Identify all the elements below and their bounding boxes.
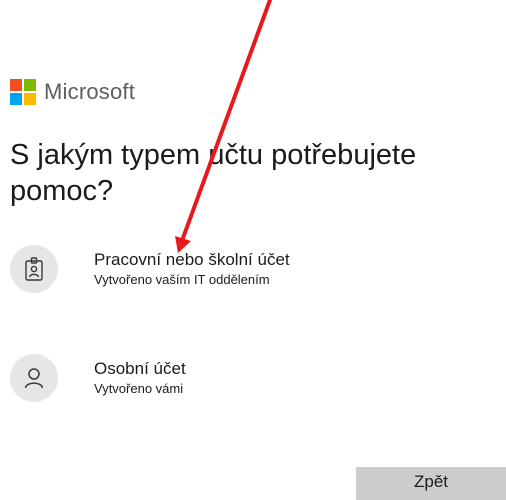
work-or-school-account-option[interactable]: Pracovní nebo školní účet Vytvořeno vaší…: [10, 239, 440, 299]
account-type-page: Microsoft S jakým typem účtu potřebujete…: [0, 0, 506, 500]
personal-account-text: Osobní účet Vytvořeno vámi: [94, 358, 186, 398]
back-button[interactable]: Zpět: [356, 467, 506, 500]
page-title: S jakým typem účtu potřebujete pomoc?: [10, 139, 417, 207]
personal-account-subtitle: Vytvořeno vámi: [94, 381, 184, 396]
brand-name: Microsoft: [44, 79, 136, 104]
work-account-text: Pracovní nebo školní účet Vytvořeno vaší…: [94, 249, 290, 289]
microsoft-logo: Microsoft: [10, 79, 135, 105]
work-account-subtitle: Vytvořeno vaším IT oddělením: [94, 272, 270, 287]
person-icon: [10, 354, 58, 402]
work-account-title: Pracovní nebo školní účet: [94, 250, 290, 269]
badge-icon: [10, 245, 58, 293]
personal-account-title: Osobní účet: [94, 359, 186, 378]
personal-account-option[interactable]: Osobní účet Vytvořeno vámi: [10, 348, 440, 408]
microsoft-logo-icon: [10, 79, 36, 105]
